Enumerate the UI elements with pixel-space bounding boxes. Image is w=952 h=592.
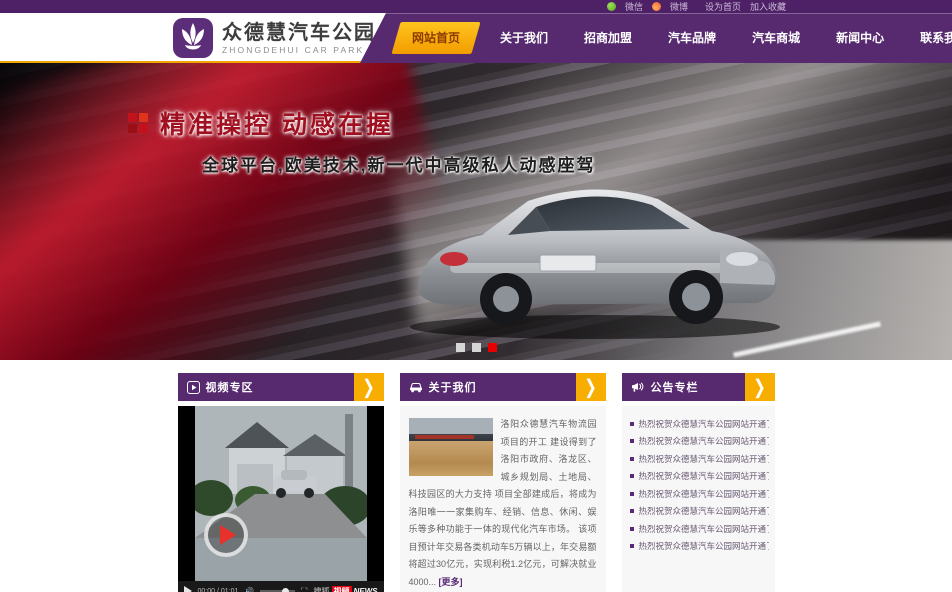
banner-dot-2[interactable] (472, 343, 481, 352)
notice-item[interactable]: 热烈祝贺众德慧汽车公园网站开通了！ (630, 485, 769, 503)
weibo-link[interactable]: 微博 (670, 0, 688, 13)
banner-dot-1[interactable] (456, 343, 465, 352)
notice-section-header: 公告专栏 ❯ (622, 373, 775, 401)
brand-news: NEWS (354, 587, 378, 592)
site-title: 众德慧汽车公园 (222, 21, 376, 45)
notice-item[interactable]: 热烈祝贺众德慧汽车公园网站开通了！ (630, 468, 769, 486)
bullet-icon (630, 492, 634, 496)
header: 众德慧汽车公园 ZHONGDEHUI CAR PARK 网站首页 关于我们 招商… (0, 13, 952, 63)
about-more-link[interactable]: [更多] (439, 577, 463, 587)
bullet-icon (630, 544, 634, 548)
notice-item[interactable]: 热烈祝贺众德慧汽车公园网站开通了！ (630, 503, 769, 521)
weibo-icon (652, 2, 661, 11)
hero-banner: 精准操控 动感在握 全球平台,欧美技术,新一代中高级私人动感座驾 (0, 63, 952, 360)
notice-list: 热烈祝贺众德慧汽车公园网站开通了！ 热烈祝贺众德慧汽车公园网站开通了！ 热烈祝贺… (622, 406, 775, 592)
fullscreen-icon[interactable]: ⛶ (301, 586, 307, 592)
notice-item[interactable]: 热烈祝贺众德慧汽车公园网站开通了！ (630, 520, 769, 538)
nav-item-mall[interactable]: 汽车商城 (734, 13, 818, 63)
nav-item-news[interactable]: 新闻中心 (818, 13, 902, 63)
notice-item[interactable]: 热烈祝贺众德慧汽车公园网站开通了！ (630, 538, 769, 556)
brand-video: 视频 (332, 586, 352, 592)
video-section: 视频专区 ❯ (178, 373, 384, 592)
notice-item[interactable]: 热烈祝贺众德慧汽车公园网站开通了！ (630, 415, 769, 433)
notice-more-button[interactable]: ❯ (745, 373, 775, 401)
notice-section-title: 公告专栏 (651, 379, 699, 395)
brand-sohu: 搜狐 (314, 586, 330, 592)
bullet-icon (630, 439, 634, 443)
nav-item-home[interactable]: 网站首页 (391, 22, 480, 54)
add-favorite-link[interactable]: 加入收藏 (750, 0, 786, 13)
video-more-button[interactable]: ❯ (354, 373, 384, 401)
topbar: 微信 微博 设为首页 加入收藏 (0, 0, 952, 13)
video-time: 00:00 / 01:01 (198, 588, 239, 592)
about-content: 洛阳众德慧汽车物流园项目的开工 建设得到了洛阳市政府、洛龙区、城乡规划局、土地局… (400, 406, 606, 592)
player-brand: 搜狐 视频 NEWS (314, 586, 378, 592)
hero-title: 精准操控 动感在握 (160, 105, 394, 141)
about-section-header: 关于我们 ❯ (400, 373, 606, 401)
content-columns: 视频专区 ❯ (178, 373, 775, 592)
video-controls: 00:00 / 01:01 🔊 ⛶ 搜狐 视频 NEWS (178, 581, 384, 592)
about-photo (409, 418, 493, 476)
wechat-link[interactable]: 微信 (625, 0, 643, 13)
bullet-icon (630, 509, 634, 513)
set-home-link[interactable]: 设为首页 (705, 0, 741, 13)
bullet-icon (630, 457, 634, 461)
megaphone-icon (631, 381, 645, 393)
banner-dot-3-active[interactable] (488, 343, 497, 352)
bullet-icon (630, 422, 634, 426)
nav-item-join[interactable]: 招商加盟 (566, 13, 650, 63)
notice-section: 公告专栏 ❯ 热烈祝贺众德慧汽车公园网站开通了！ 热烈祝贺众德慧汽车公园网站开通… (622, 373, 775, 592)
banner-pagination (0, 343, 952, 352)
logo-flower-icon (172, 17, 214, 59)
page: 微信 微博 设为首页 加入收藏 众德慧汽车公园 ZHONGDEHUI CAR P… (0, 0, 952, 592)
nav-item-contact[interactable]: 联系我们 (902, 13, 952, 63)
bullet-icon (630, 527, 634, 531)
volume-icon[interactable]: 🔊 (244, 587, 254, 592)
nav-item-about[interactable]: 关于我们 (482, 13, 566, 63)
red-grid-icon (128, 113, 148, 133)
about-section-title: 关于我们 (429, 379, 477, 395)
notice-item[interactable]: 热烈祝贺众德慧汽车公园网站开通了！ (630, 433, 769, 451)
control-play-icon[interactable] (184, 586, 192, 592)
main-nav: 网站首页 关于我们 招商加盟 汽车品牌 汽车商城 新闻中心 联系我们 (360, 13, 952, 63)
video-icon (187, 381, 200, 394)
hero-copy: 精准操控 动感在握 全球平台,欧美技术,新一代中高级私人动感座驾 (128, 105, 595, 176)
logo[interactable]: 众德慧汽车公园 ZHONGDEHUI CAR PARK (172, 17, 376, 59)
video-section-header: 视频专区 ❯ (178, 373, 384, 401)
notice-item[interactable]: 热烈祝贺众德慧汽车公园网站开通了！ (630, 450, 769, 468)
hero-subtitle: 全球平台,欧美技术,新一代中高级私人动感座驾 (202, 151, 595, 176)
site-subtitle: ZHONGDEHUI CAR PARK (222, 45, 376, 55)
video-player: 00:00 / 01:01 🔊 ⛶ 搜狐 视频 NEWS (178, 406, 384, 592)
play-button[interactable] (204, 513, 248, 557)
car-icon (409, 381, 423, 393)
video-section-title: 视频专区 (206, 379, 254, 395)
about-more-button[interactable]: ❯ (576, 373, 606, 401)
bullet-icon (630, 474, 634, 478)
nav-item-brands[interactable]: 汽车品牌 (650, 13, 734, 63)
wechat-icon (607, 2, 616, 11)
about-section: 关于我们 ❯ 洛阳众德慧汽车物流园项目的开工 建设得到了洛阳市政府、洛龙区、城乡… (400, 373, 606, 592)
